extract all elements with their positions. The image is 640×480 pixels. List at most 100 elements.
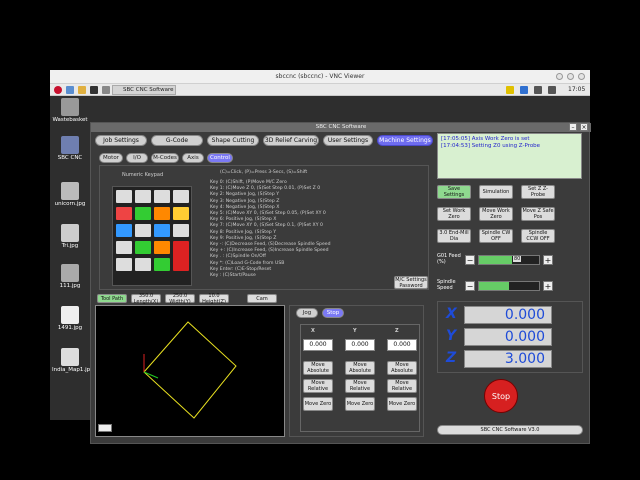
tab-shape-cutting[interactable]: Shape Cutting bbox=[207, 135, 259, 146]
close-icon[interactable] bbox=[578, 73, 585, 80]
axis-z-label: Z bbox=[395, 328, 399, 334]
tab-machine-settings[interactable]: Machine Settings bbox=[377, 135, 433, 146]
image-file-icon bbox=[61, 182, 79, 200]
vnc-tray-icon[interactable] bbox=[506, 86, 514, 94]
tool-path-label: Tool Path bbox=[97, 294, 127, 303]
coord-y-label: Y bbox=[446, 328, 457, 344]
wifi-icon[interactable] bbox=[534, 86, 542, 94]
move-z-input[interactable]: 0.000 bbox=[387, 339, 417, 351]
cam-button[interactable]: Cam bbox=[247, 294, 277, 303]
jog-button[interactable]: Jog bbox=[296, 308, 318, 318]
raspberry-menu-icon[interactable] bbox=[54, 86, 62, 94]
tab-user-settings[interactable]: User Settings bbox=[323, 135, 373, 146]
app-icon[interactable] bbox=[102, 86, 110, 94]
spindle-speed-label: Spindle Speed bbox=[437, 279, 456, 291]
keypad-key-icon bbox=[154, 190, 170, 203]
spindle-decrease-button[interactable]: − bbox=[465, 281, 475, 291]
end-mill-dia-button[interactable]: 3.0 End-Mill Dia bbox=[437, 229, 471, 243]
keypad-key-icon bbox=[135, 258, 151, 271]
move-relative-x-button[interactable]: Move Relative bbox=[303, 379, 333, 393]
width-y-label: 250.0 Width(Y) bbox=[165, 293, 195, 305]
bluetooth-icon[interactable] bbox=[520, 86, 528, 94]
move-absolute-z-button[interactable]: Move Absolute bbox=[387, 361, 417, 375]
arrow-down-icon bbox=[135, 241, 151, 254]
status-line: [17:05:05] Axis Work Zero is set bbox=[441, 136, 530, 142]
tool-path-svg bbox=[143, 321, 237, 419]
set-z-probe-button[interactable]: Set Z Z-Probe bbox=[521, 185, 555, 199]
move-work-zero-button[interactable]: Move Work Zero bbox=[479, 207, 513, 221]
move-absolute-y-button[interactable]: Move Absolute bbox=[345, 361, 375, 375]
volume-icon[interactable] bbox=[548, 86, 556, 94]
jog-panel: Jog Stop X Y Z 0.000 0.000 0.000 Move Ab… bbox=[289, 305, 424, 437]
desktop-icon-india-map[interactable]: India_Map1.jpg bbox=[52, 348, 94, 373]
app-close-icon[interactable]: × bbox=[580, 123, 588, 131]
tab-3d-relief[interactable]: 3D Relief Carving bbox=[263, 135, 319, 146]
image-file-icon bbox=[61, 348, 79, 366]
keypad-key-icon bbox=[173, 224, 189, 237]
arrow-down-icon bbox=[154, 241, 170, 254]
simulation-button[interactable]: Simulation bbox=[479, 185, 513, 199]
minimize-icon[interactable] bbox=[556, 73, 563, 80]
plot-scrollbar[interactable] bbox=[98, 424, 112, 432]
coord-x-label: X bbox=[446, 306, 457, 322]
feed-increase-button[interactable]: + bbox=[543, 255, 553, 265]
subtab-axis[interactable]: Axis bbox=[182, 153, 204, 163]
stop-jog-button[interactable]: Stop bbox=[322, 308, 344, 318]
move-relative-y-button[interactable]: Move Relative bbox=[345, 379, 375, 393]
desktop-icon-sbc-cnc[interactable]: SBC CNC bbox=[52, 136, 88, 161]
tab-job-settings[interactable]: Job Settings bbox=[95, 135, 147, 146]
feed-slider[interactable] bbox=[478, 255, 540, 265]
raspberry-taskbar: SBC CNC Software 17:05 bbox=[50, 84, 590, 96]
feed-value: 80 bbox=[513, 256, 522, 262]
keypad-key-icon bbox=[116, 258, 132, 271]
browser-icon[interactable] bbox=[66, 86, 74, 94]
stop-button[interactable]: Stop bbox=[484, 379, 518, 413]
help-header: (C)=Click, (P)=Press 3-Secs, (S)=Shift bbox=[220, 170, 308, 175]
spindle-cw-button[interactable]: Spindle CW OFF bbox=[479, 229, 513, 243]
spindle-increase-button[interactable]: + bbox=[543, 281, 553, 291]
subtab-io[interactable]: I/O bbox=[126, 153, 148, 163]
keypad-key-icon bbox=[135, 224, 151, 237]
move-absolute-x-button[interactable]: Move Absolute bbox=[303, 361, 333, 375]
move-relative-z-button[interactable]: Move Relative bbox=[387, 379, 417, 393]
keypad-key-icon bbox=[116, 190, 132, 203]
tab-g-code[interactable]: G-Code bbox=[151, 135, 203, 146]
save-settings-button[interactable]: Save Settings bbox=[437, 185, 471, 199]
set-work-zero-button[interactable]: Set Work Zero bbox=[437, 207, 471, 221]
arrow-up-icon bbox=[154, 207, 170, 220]
app-title: SBC CNC Software bbox=[91, 123, 591, 132]
app-minimize-icon[interactable]: – bbox=[569, 123, 577, 131]
move-zero-z-button[interactable]: Move Zero bbox=[387, 397, 417, 411]
desktop-icon-tri[interactable]: Tri.jpg bbox=[52, 224, 88, 249]
terminal-icon[interactable] bbox=[90, 86, 98, 94]
image-file-icon bbox=[61, 306, 79, 324]
mc-settings-password-button[interactable]: M/C Settings Password bbox=[394, 276, 428, 289]
move-zero-x-button[interactable]: Move Zero bbox=[303, 397, 333, 411]
desktop-icon-unicorn[interactable]: unicorn.jpg bbox=[52, 182, 88, 207]
move-x-input[interactable]: 0.000 bbox=[303, 339, 333, 351]
subtab-motor[interactable]: Motor bbox=[99, 153, 123, 163]
folder-icon bbox=[173, 207, 189, 220]
desktop-icon-wastebasket[interactable]: Wastebasket bbox=[52, 98, 88, 123]
numeric-keypad-image bbox=[112, 186, 192, 286]
move-y-input[interactable]: 0.000 bbox=[345, 339, 375, 351]
trash-icon bbox=[61, 98, 79, 116]
height-z-label: 10.0 Height(Z) bbox=[199, 293, 229, 305]
stop-reset-icon bbox=[173, 241, 189, 271]
axis-y-label: Y bbox=[353, 328, 357, 334]
move-zero-y-button[interactable]: Move Zero bbox=[345, 397, 375, 411]
subtab-control[interactable]: Control bbox=[207, 153, 233, 163]
subtab-m-codes[interactable]: M-Codes bbox=[151, 153, 179, 163]
move-z-safe-pos-button[interactable]: Move Z Safe Pos bbox=[521, 207, 555, 221]
window-title-bar[interactable]: sbccnc (sbccnc) - VNC Viewer bbox=[50, 70, 590, 84]
feed-decrease-button[interactable]: − bbox=[465, 255, 475, 265]
desktop-icon-111[interactable]: 111.jpg bbox=[52, 264, 88, 289]
file-manager-icon[interactable] bbox=[78, 86, 86, 94]
feed-slider-fill bbox=[479, 256, 512, 264]
spindle-speed-slider[interactable] bbox=[478, 281, 540, 291]
taskbar-item-sbc-cnc[interactable]: SBC CNC Software bbox=[112, 85, 176, 95]
spindle-ccw-button[interactable]: Spindle CCW OFF bbox=[521, 229, 555, 243]
maximize-icon[interactable] bbox=[567, 73, 574, 80]
keypad-key-icon bbox=[173, 190, 189, 203]
desktop-icon-1491[interactable]: 1491.jpg bbox=[52, 306, 88, 331]
